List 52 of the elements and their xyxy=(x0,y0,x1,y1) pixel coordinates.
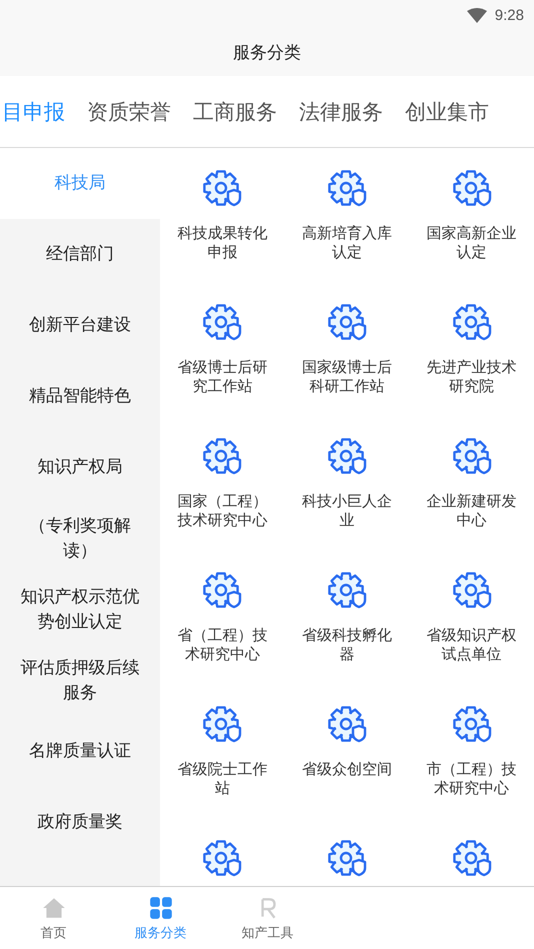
sidebar-item[interactable]: 知识产权局 xyxy=(0,432,160,503)
gear-shield-icon[interactable] xyxy=(450,704,493,744)
sidebar-item[interactable]: 评估质押级后续服务 xyxy=(0,645,160,716)
gear-shield-icon[interactable] xyxy=(201,838,244,878)
grid-icon xyxy=(148,894,174,920)
service-item[interactable]: 省级博士后研究工作站 xyxy=(172,358,272,396)
service-item[interactable]: 高新培育入库认定 xyxy=(296,224,397,262)
service-item[interactable]: 省级知识产权试点单位 xyxy=(422,626,522,664)
gear-shield-icon[interactable] xyxy=(450,838,493,878)
service-item[interactable]: 省级院士工作站 xyxy=(172,760,272,798)
service-item[interactable]: 国家高新企业认定 xyxy=(422,224,522,262)
service-item[interactable]: 市（工程）技术研究中心 xyxy=(422,760,522,798)
gear-shield-icon[interactable] xyxy=(201,704,244,744)
service-item[interactable]: 科技成果转化申报 xyxy=(172,224,272,262)
gear-shield-icon[interactable] xyxy=(326,168,368,208)
wifi-icon xyxy=(466,8,487,22)
gear-shield-icon[interactable] xyxy=(450,436,493,476)
sidebar-item[interactable]: 知识产权示范优势创业认定 xyxy=(0,574,160,645)
sidebar-item[interactable]: 政府质量奖 xyxy=(0,787,160,858)
service-item[interactable]: 省（工程）技术研究中心 xyxy=(172,626,272,664)
sidebar-item[interactable]: 名牌质量认证 xyxy=(0,716,160,787)
category-tab[interactable]: 工商服务 xyxy=(193,98,277,126)
gear-shield-icon[interactable] xyxy=(201,168,244,208)
service-item[interactable]: 先进产业技术研究院 xyxy=(422,358,522,396)
gear-shield-icon[interactable] xyxy=(326,302,368,342)
gear-shield-icon[interactable] xyxy=(201,302,244,342)
sidebar-item[interactable]: 创新平台建设 xyxy=(0,290,160,361)
page-title: 服务分类 xyxy=(233,42,301,64)
gear-shield-icon[interactable] xyxy=(450,302,493,342)
gear-shield-icon[interactable] xyxy=(450,168,493,208)
gear-shield-icon[interactable] xyxy=(326,704,368,744)
gear-shield-icon[interactable] xyxy=(450,570,493,610)
sidebar-item[interactable]: （专利奖项解读） xyxy=(0,503,160,574)
category-tab[interactable]: 创业集市 xyxy=(405,98,489,126)
nav-tab[interactable]: 首页 xyxy=(0,887,107,949)
service-item[interactable]: 省级众创空间 xyxy=(296,760,397,779)
service-item[interactable]: 国家（工程）技术研究中心 xyxy=(172,492,272,530)
service-item[interactable]: 省级科技孵化器 xyxy=(296,626,397,664)
service-item[interactable]: 国家级博士后科研工作站 xyxy=(296,358,397,396)
gear-shield-icon[interactable] xyxy=(201,570,244,610)
gear-shield-icon[interactable] xyxy=(326,570,368,610)
sidebar-item[interactable]: 经信部门 xyxy=(0,219,160,290)
gear-shield-icon[interactable] xyxy=(326,838,368,878)
sidebar-item[interactable]: 精品智能特色 xyxy=(0,361,160,432)
gear-shield-icon[interactable] xyxy=(201,436,244,476)
gear-shield-icon[interactable] xyxy=(326,436,368,476)
nav-tab[interactable]: 知产工具 xyxy=(214,887,321,949)
clock: 9:28 xyxy=(494,6,524,24)
service-item[interactable]: 科技小巨人企业 xyxy=(296,492,397,530)
service-item[interactable]: 企业新建研发中心 xyxy=(422,492,522,530)
category-tab[interactable]: 资质荣誉 xyxy=(87,98,171,126)
category-tab[interactable]: 法律服务 xyxy=(299,98,383,126)
